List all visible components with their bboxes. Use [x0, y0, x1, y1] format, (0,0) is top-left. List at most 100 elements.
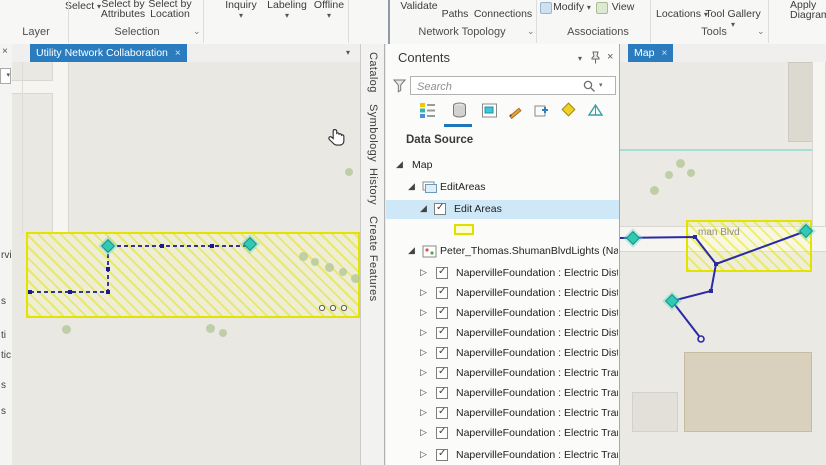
layer-visibility-checkbox[interactable]: ✓ — [436, 286, 448, 299]
validate-button[interactable]: Validate — [396, 1, 442, 12]
tree-node-layer[interactable]: ▷ ✓ NapervilleFoundation : Electric Tran… — [386, 424, 619, 443]
expand-icon[interactable]: ◢ — [408, 246, 415, 256]
expand-icon[interactable]: ▷ — [420, 450, 427, 460]
layer-visibility-checkbox[interactable]: ✓ — [436, 386, 448, 399]
close-icon[interactable]: × — [2, 46, 8, 57]
expand-icon[interactable]: ▷ — [420, 348, 427, 358]
tree-node-layer[interactable]: ▷ ✓ NapervilleFoundation : Electric Dist… — [386, 264, 619, 283]
layer-visibility-checkbox[interactable]: ✓ — [436, 448, 448, 461]
tree-node-layer[interactable]: ▷ ✓ NapervilleFoundation : Electric Tran… — [386, 384, 619, 403]
caret-down-icon: ▾ — [6, 72, 10, 79]
apply-diagram-button[interactable]: Apply Diagram — [790, 0, 826, 20]
terminal-connections-button[interactable]: Connections — [472, 9, 534, 20]
map-view-utility-network[interactable] — [12, 62, 360, 465]
layer-visibility-checkbox[interactable]: ✓ — [436, 426, 448, 439]
tree-node-layer[interactable]: ▷ ✓ NapervilleFoundation : Electric Dist… — [386, 304, 619, 323]
tab-utility-network-collaboration[interactable]: Utility Network Collaboration × — [30, 44, 187, 62]
search-icon[interactable] — [583, 80, 596, 93]
node-label: NapervilleFoundation : Electric Distri — [456, 267, 618, 279]
tree-node-map[interactable]: ◢ Map — [386, 156, 619, 175]
expand-icon[interactable]: ▷ — [420, 288, 427, 298]
expand-icon[interactable]: ◢ — [408, 182, 415, 192]
cutoff-list-item: s — [1, 296, 6, 307]
expand-icon[interactable]: ▷ — [420, 428, 427, 438]
expand-icon[interactable]: ▷ — [420, 308, 427, 318]
tree-node-service[interactable]: ◢ Peter_Thomas.ShumanBlvdLights (Nap — [386, 242, 619, 261]
view-button[interactable]: View — [608, 2, 638, 13]
tool-gallery-label: Tool Gallery — [705, 8, 761, 20]
right-view-tab-bar: Map × — [620, 44, 826, 63]
list-by-selection-tab[interactable] — [478, 102, 500, 122]
group-label-network-topology: Network Topology — [418, 26, 506, 38]
modify-button[interactable]: Modify ▾ — [552, 2, 592, 13]
layer-visibility-checkbox[interactable]: ✓ — [436, 366, 448, 379]
search-options-caret-icon[interactable]: ▾ — [599, 81, 603, 89]
node-label: NapervilleFoundation : Electric Distri — [456, 307, 618, 319]
tree-node-layer[interactable]: ▷ ✓ NapervilleFoundation : Electric Dist… — [386, 284, 619, 303]
inquiry-button[interactable]: Inquiry ▾ — [220, 0, 262, 21]
tree-node-layer[interactable]: ▷ ✓ NapervilleFoundation : Electric Tran… — [386, 404, 619, 423]
selected-tab-underline — [444, 124, 472, 127]
close-icon[interactable]: × — [607, 51, 613, 63]
layer-visibility-checkbox[interactable]: ✓ — [436, 306, 448, 319]
tree-node-edit-areas[interactable]: ◢ ✓ Edit Areas — [386, 200, 619, 219]
select-by-location-button[interactable]: Select by Location — [147, 0, 193, 19]
tab-symbology[interactable]: Symbology — [367, 104, 379, 162]
expand-icon[interactable]: ▷ — [420, 328, 427, 338]
tools-dialog-launcher[interactable]: ⌄ — [757, 27, 765, 37]
tree-node-symbol[interactable] — [386, 222, 619, 241]
list-by-drawing-order-tab[interactable] — [416, 102, 438, 122]
network-topology-dialog-launcher[interactable]: ⌄ — [527, 27, 535, 37]
auto-hide-pin-icon[interactable] — [590, 51, 601, 64]
ribbon-separator — [203, 0, 204, 43]
expand-icon[interactable]: ▷ — [420, 268, 427, 278]
cutoff-list-item: ti — [1, 330, 6, 341]
pane-menu-caret-icon[interactable]: ▾ — [578, 54, 582, 63]
select-by-attributes-button[interactable]: Select by Attributes — [100, 0, 146, 19]
layer-visibility-checkbox[interactable]: ✓ — [436, 346, 448, 359]
layer-visibility-checkbox[interactable]: ✓ — [436, 406, 448, 419]
expand-icon[interactable]: ◢ — [420, 204, 427, 214]
tree-node-layer[interactable]: ▷ ✓ NapervilleFoundation : Electric Tran… — [386, 364, 619, 383]
ribbon-separator — [68, 0, 69, 43]
expand-icon[interactable]: ▷ — [420, 388, 427, 398]
labeling-button[interactable]: Labeling ▾ — [264, 0, 310, 21]
layer-visibility-checkbox[interactable]: ✓ — [436, 326, 448, 339]
layer-visibility-checkbox[interactable]: ✓ — [434, 202, 446, 215]
cutoff-dropdown[interactable]: ▾ — [0, 68, 11, 84]
offline-button[interactable]: Offline ▾ — [310, 0, 348, 21]
tab-list-caret-icon[interactable]: ▾ — [346, 48, 350, 57]
tab-catalog[interactable]: Catalog — [367, 52, 379, 93]
ribbon-separator — [536, 0, 537, 43]
tab-map[interactable]: Map × — [628, 44, 674, 62]
arcgis-pro-window: { "glyphs": { "caret_down": "▾", "close"… — [0, 0, 826, 465]
layer-visibility-checkbox[interactable]: ✓ — [436, 266, 448, 279]
tree-node-editareas-group[interactable]: ◢ EditAreas — [386, 178, 619, 197]
list-by-snapping-tab[interactable] — [530, 102, 552, 122]
tree-node-layer[interactable]: ▷ ✓ NapervilleFoundation : Electric Tran… — [386, 446, 619, 465]
node-label: EditAreas — [440, 181, 486, 193]
list-by-labeling-tab[interactable] — [558, 102, 580, 122]
dock-tab-strip: Catalog Symbology History Create Feature… — [360, 44, 385, 465]
expand-icon[interactable]: ▷ — [420, 408, 427, 418]
terminal-paths-button[interactable]: Paths — [438, 9, 472, 20]
list-by-data-source-tab[interactable] — [448, 102, 470, 122]
filter-icon[interactable] — [393, 79, 406, 93]
tab-create-features[interactable]: Create Features — [367, 216, 379, 301]
close-icon[interactable]: × — [175, 48, 181, 59]
tree-node-layer[interactable]: ▷ ✓ NapervilleFoundation : Electric Dist… — [386, 344, 619, 363]
tab-history[interactable]: History — [367, 168, 379, 205]
expand-icon[interactable]: ▷ — [420, 368, 427, 378]
node-label: NapervilleFoundation : Electric Transf — [456, 387, 618, 399]
search-input[interactable] — [415, 78, 579, 95]
expand-icon[interactable]: ◢ — [396, 160, 403, 170]
search-box: ▾ — [410, 76, 616, 95]
list-by-editing-tab[interactable] — [504, 102, 526, 122]
list-by-perspective-tab[interactable] — [584, 102, 606, 122]
selection-dialog-launcher[interactable]: ⌄ — [193, 27, 201, 37]
tree-node-layer[interactable]: ▷ ✓ NapervilleFoundation : Electric Dist… — [386, 324, 619, 343]
map-view-map[interactable]: man Blvd — [620, 62, 826, 465]
edit-areas-symbol-swatch[interactable] — [454, 224, 474, 235]
close-icon[interactable]: × — [661, 48, 667, 59]
trace-locations-button[interactable]: Locations ▾ — [656, 9, 708, 20]
